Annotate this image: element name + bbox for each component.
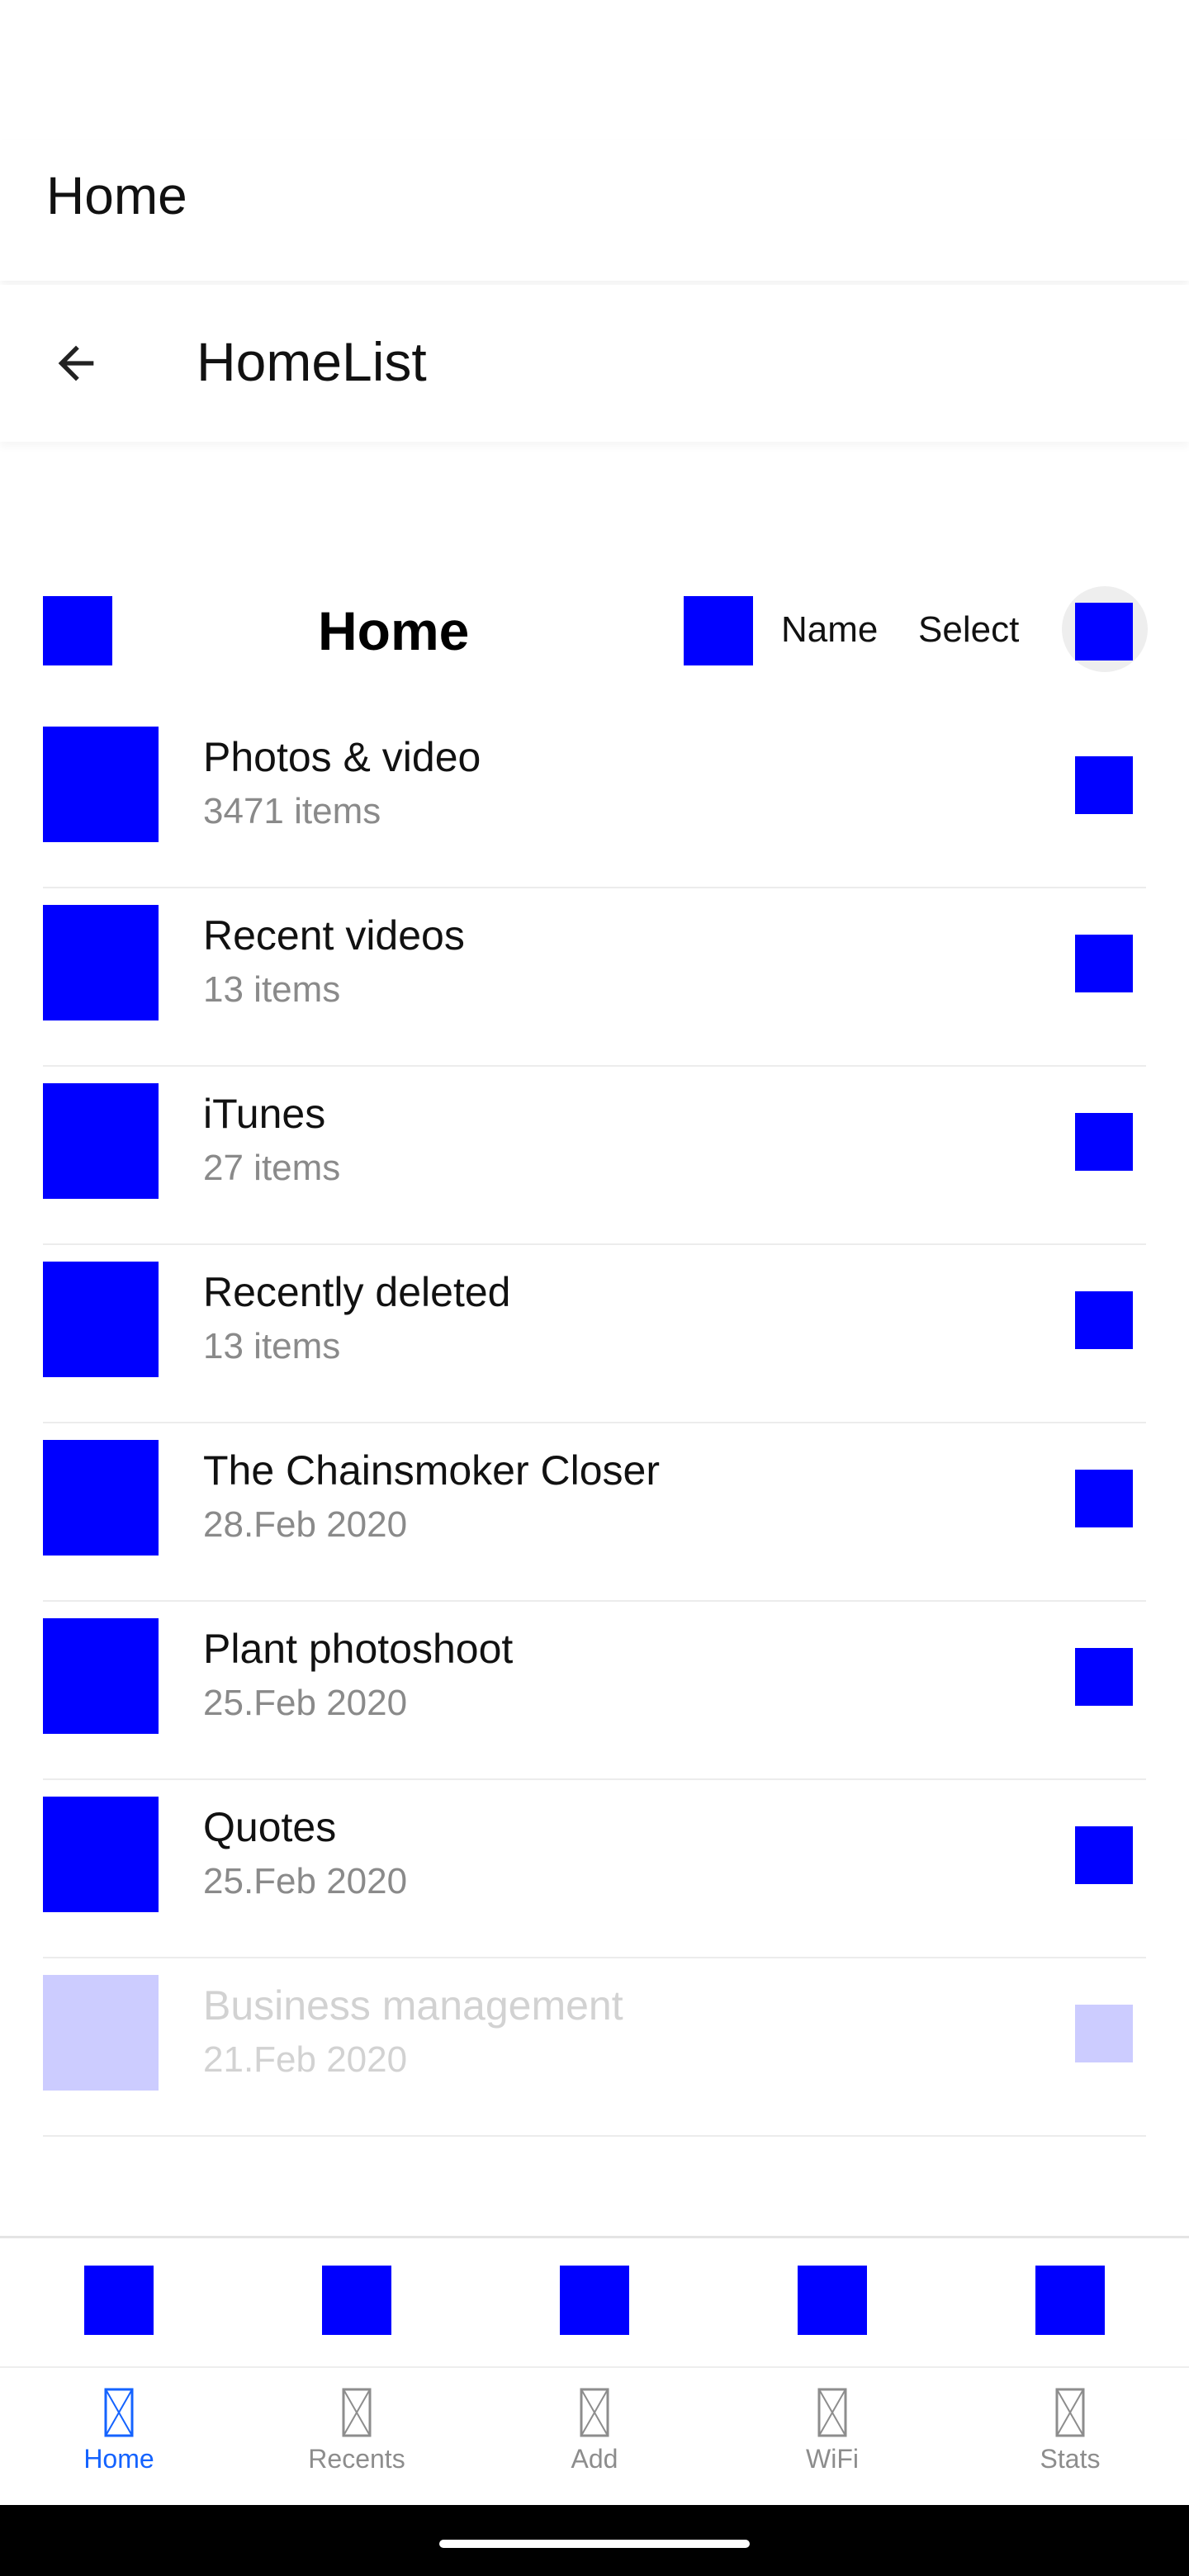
list-item[interactable]: Recent videos 13 items <box>43 888 1146 1067</box>
item-thumbnail <box>43 1083 159 1199</box>
tab-label: Home <box>83 2444 154 2474</box>
item-title: Business management <box>203 1982 623 2029</box>
item-thumbnail <box>43 1797 159 1912</box>
quick-action-icon[interactable] <box>84 2266 154 2335</box>
tab-recents[interactable]: Recents <box>238 2386 476 2510</box>
item-title: Quotes <box>203 1804 337 1850</box>
app-bar-title: Home <box>46 166 187 225</box>
tab-label: Add <box>571 2444 618 2474</box>
item-title: Photos & video <box>203 734 481 780</box>
item-checkbox[interactable] <box>1075 1648 1133 1706</box>
item-checkbox[interactable] <box>1075 1470 1133 1527</box>
item-checkbox[interactable] <box>1075 756 1133 814</box>
quick-action-icon[interactable] <box>560 2266 629 2335</box>
tab-label: Stats <box>1040 2444 1101 2474</box>
toolbar <box>0 285 1189 442</box>
add-tab-icon <box>580 2388 609 2437</box>
more-icon <box>1075 603 1133 661</box>
list-item[interactable]: Recently deleted 13 items <box>43 1245 1146 1423</box>
quick-action-icon[interactable] <box>1035 2266 1105 2335</box>
tab-add[interactable]: Add <box>476 2386 713 2510</box>
list-header-title: Home <box>318 600 470 661</box>
item-title: Recent videos <box>203 912 465 959</box>
item-thumbnail <box>43 1262 159 1377</box>
item-subtitle: 13 items <box>203 1326 341 1366</box>
sort-by-name-button[interactable]: Name <box>781 609 878 651</box>
recents-tab-icon <box>342 2388 372 2437</box>
item-thumbnail <box>43 1440 159 1556</box>
item-title: iTunes <box>203 1091 326 1137</box>
quick-action-icon[interactable] <box>322 2266 391 2335</box>
list-item[interactable]: Business management 21.Feb 2020 <box>43 1958 1146 2137</box>
item-checkbox[interactable] <box>1075 935 1133 992</box>
item-subtitle: 13 items <box>203 969 341 1010</box>
item-subtitle: 25.Feb 2020 <box>203 1861 408 1901</box>
item-checkbox[interactable] <box>1075 1113 1133 1171</box>
item-checkbox[interactable] <box>1075 1826 1133 1884</box>
item-subtitle: 21.Feb 2020 <box>203 2039 408 2080</box>
back-arrow-icon[interactable] <box>43 330 109 396</box>
item-thumbnail <box>43 727 159 842</box>
wifi-tab-icon <box>817 2388 847 2437</box>
status-area <box>0 0 1189 140</box>
tab-home[interactable]: Home <box>0 2386 238 2510</box>
item-subtitle: 28.Feb 2020 <box>203 1504 408 1545</box>
item-checkbox[interactable] <box>1075 2005 1133 2062</box>
sort-icon[interactable] <box>684 596 753 665</box>
tab-stats[interactable]: Stats <box>951 2386 1189 2510</box>
item-thumbnail <box>43 1618 159 1734</box>
tab-wifi[interactable]: WiFi <box>713 2386 951 2510</box>
toolbar-title: HomeList <box>197 331 427 392</box>
tab-label: WiFi <box>806 2444 859 2474</box>
item-subtitle: 27 items <box>203 1148 341 1188</box>
list-item[interactable]: Photos & video 3471 items <box>43 710 1146 888</box>
quick-action-icon[interactable] <box>798 2266 867 2335</box>
select-button[interactable]: Select <box>918 609 1019 651</box>
item-title: Plant photoshoot <box>203 1626 514 1672</box>
item-subtitle: 3471 items <box>203 791 381 831</box>
item-thumbnail <box>43 905 159 1020</box>
folder-icon[interactable] <box>43 596 112 665</box>
list-item[interactable]: The Chainsmoker Closer 28.Feb 2020 <box>43 1423 1146 1602</box>
item-checkbox[interactable] <box>1075 1291 1133 1349</box>
tab-label: Recents <box>308 2444 405 2474</box>
list-item[interactable]: Plant photoshoot 25.Feb 2020 <box>43 1602 1146 1780</box>
item-title: Recently deleted <box>203 1269 511 1315</box>
home-gesture-handle[interactable] <box>439 2540 750 2548</box>
item-subtitle: 25.Feb 2020 <box>203 1683 408 1723</box>
app-screen: Home HomeList Home Name Select Photos & … <box>0 0 1189 2576</box>
item-thumbnail <box>43 1975 159 2091</box>
stats-tab-icon <box>1055 2388 1085 2437</box>
list-item[interactable]: iTunes 27 items <box>43 1067 1146 1245</box>
home-tab-icon <box>104 2388 134 2437</box>
item-title: The Chainsmoker Closer <box>203 1447 660 1494</box>
list-item[interactable]: Quotes 25.Feb 2020 <box>43 1780 1146 1958</box>
